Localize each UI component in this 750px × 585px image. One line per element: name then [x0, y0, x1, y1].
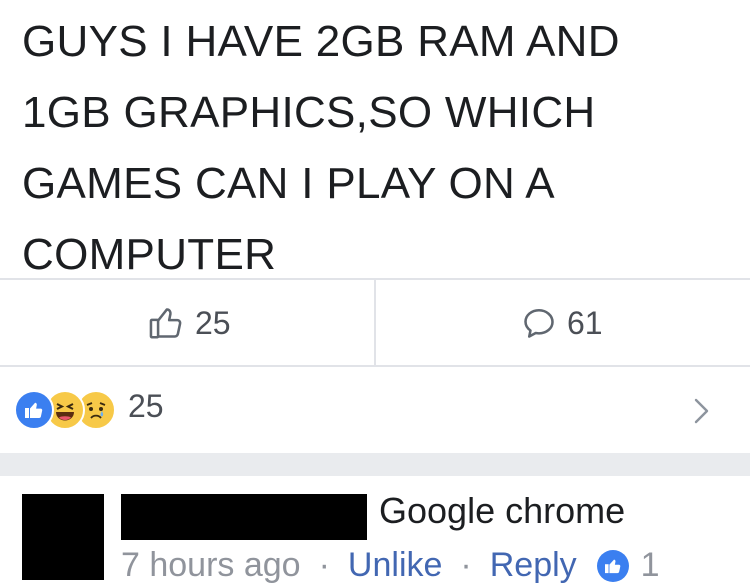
reaction-count: 25 — [128, 388, 164, 424]
divider — [374, 280, 376, 365]
chevron-right-icon[interactable] — [690, 396, 712, 431]
thumbs-up-icon — [147, 304, 185, 342]
unlike-button[interactable]: Unlike — [348, 546, 442, 585]
post-line: GUYS I HAVE 2GB RAM AND — [22, 17, 620, 66]
comment-bubble-icon — [521, 305, 557, 341]
like-reaction-icon — [14, 390, 54, 430]
commenter-name-redacted[interactable] — [121, 494, 367, 540]
post-line: GAMES CAN I PLAY ON A — [22, 159, 555, 208]
reactions-summary[interactable]: 25 — [0, 368, 750, 453]
post-line: 1GB GRAPHICS,SO WHICH — [22, 88, 596, 137]
comment-meta: 7 hours ago · Unlike · Reply 1 — [121, 546, 660, 585]
like-button[interactable]: 25 — [147, 300, 231, 346]
comment: Google chrome 7 hours ago · Unlike · Rep… — [0, 476, 750, 584]
section-separator — [0, 453, 750, 476]
separator-dot: · — [460, 546, 472, 584]
reply-button[interactable]: Reply — [490, 546, 577, 585]
avatar[interactable] — [22, 494, 104, 580]
post-text: GUYS I HAVE 2GB RAM AND 1GB GRAPHICS,SO … — [22, 6, 737, 290]
comment-like-icon — [596, 549, 629, 582]
comment-count: 61 — [567, 304, 603, 341]
comment-button[interactable]: 61 — [521, 300, 603, 346]
separator-dot: · — [318, 546, 330, 584]
like-count: 25 — [195, 304, 231, 341]
comment-timestamp[interactable]: 7 hours ago — [121, 546, 301, 585]
comment-like-count: 1 — [640, 546, 660, 584]
divider — [0, 365, 750, 367]
comment-text: Google chrome — [379, 490, 626, 531]
reaction-icons — [14, 390, 144, 432]
